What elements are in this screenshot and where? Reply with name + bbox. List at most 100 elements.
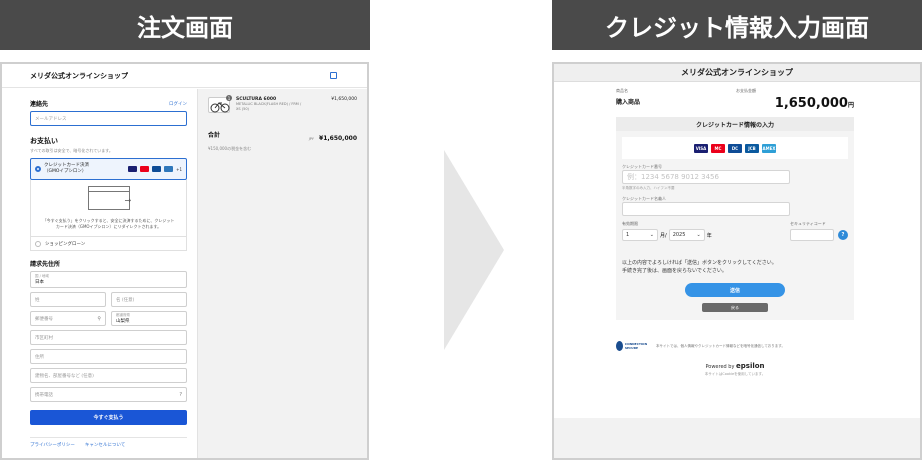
item-value: 購入商品 bbox=[616, 99, 641, 106]
order-summary: 1 SCULTURA 6000 ¥1,650,000 METALLIC BLAC… bbox=[197, 89, 367, 458]
prefecture-value: 山梨県 bbox=[116, 319, 130, 324]
help-icon[interactable]: ? bbox=[838, 230, 848, 240]
expiry-month-select[interactable]: 1 ⌄ bbox=[622, 229, 658, 241]
contact-heading: 連絡先 bbox=[30, 101, 49, 108]
amount-display: 1,650,000円 bbox=[736, 96, 854, 111]
back-button[interactable]: 戻る bbox=[702, 303, 768, 312]
email-field[interactable]: メールアドレス bbox=[30, 111, 187, 126]
address-field[interactable]: 住所 bbox=[30, 349, 187, 364]
card-number-input[interactable]: 例：1234 5678 9012 3456 bbox=[622, 170, 790, 184]
credit-screen-banner: クレジット情報入力画面 bbox=[552, 0, 922, 50]
comparison-screen: 注文画面 クレジット情報入力画面 メリダ公式オンラインショップ 連絡先 ログイン… bbox=[0, 0, 922, 461]
first-name-field[interactable]: 名 (任意) bbox=[111, 292, 187, 307]
credit-screen: メリダ公式オンラインショップ 商品名 購入商品 お支払金額 1,650,000円… bbox=[552, 62, 922, 460]
order-header: メリダ公式オンラインショップ bbox=[2, 64, 367, 88]
postal-placeholder: 郵便番号 bbox=[35, 316, 53, 322]
contact-header: 連絡先 ログイン bbox=[30, 99, 187, 108]
cookie-note: 本サイトはCookieを使用しています。 bbox=[704, 372, 766, 376]
card-brand-icons: +1 bbox=[128, 166, 182, 172]
phone-field[interactable]: 携帯電話 ? bbox=[30, 387, 187, 402]
security-text: 本サイトでは、個人情報やクレジットカード情報などを暗号化通信しております。 bbox=[656, 343, 785, 348]
total-currency: JPY bbox=[308, 137, 314, 141]
postal-field[interactable]: 郵便番号 ⚲ bbox=[30, 311, 106, 326]
year-unit: 年 bbox=[706, 232, 712, 239]
pay-now-button[interactable]: 今すぐ支払う bbox=[30, 410, 187, 425]
login-link[interactable]: ログイン bbox=[169, 101, 187, 107]
arrow-right-icon: → bbox=[124, 196, 132, 205]
country-select[interactable]: 国 / 地域 日本 bbox=[30, 271, 187, 288]
quantity-badge: 1 bbox=[226, 95, 232, 101]
phone-placeholder: 携帯電話 bbox=[35, 392, 53, 398]
submit-note-line1: 以上の内容でよろしければ「送信」ボタンをクリックしてください。 bbox=[622, 260, 777, 266]
visa-icon bbox=[128, 166, 138, 172]
expiry-security-row: 有効期限 1 ⌄ 月/ 2025 ⌄ 年 セキュリティコード ? bbox=[622, 221, 848, 241]
cart-icon[interactable] bbox=[330, 72, 337, 79]
mastercard-logo-icon: MC bbox=[711, 143, 725, 153]
credit-footer-band bbox=[554, 418, 920, 458]
amount-label: お支払金額 bbox=[736, 88, 756, 93]
country-value: 日本 bbox=[35, 280, 44, 285]
accepted-brands: VISA MC DC JCB AMEX bbox=[622, 137, 848, 159]
credit-card-label: クレジットカード決済（GMOイプシロン） bbox=[44, 163, 89, 174]
card-number-help: 半角数字のみ入力、ハイフン不要 bbox=[622, 186, 675, 190]
billing-heading: 請求先住所 bbox=[30, 261, 61, 268]
last-name-field[interactable]: 姓 bbox=[30, 292, 106, 307]
cart-item: 1 SCULTURA 6000 ¥1,650,000 METALLIC BLAC… bbox=[208, 95, 357, 113]
shopping-loan-radio[interactable] bbox=[35, 240, 41, 247]
postal-row: 郵便番号 ⚲ 都道府県 山梨県 bbox=[30, 311, 187, 326]
secure-badge: CONNECTION SECURE bbox=[616, 336, 650, 356]
send-button[interactable]: 送信 bbox=[685, 283, 785, 297]
shopping-loan-option[interactable]: ショッピングローン bbox=[30, 237, 187, 251]
browser-window-icon bbox=[87, 186, 130, 210]
privacy-policy-link[interactable]: プライバシーポリシー bbox=[30, 442, 75, 448]
expiry-month-value: 1 bbox=[626, 232, 630, 238]
security-code-label: セキュリティコード bbox=[790, 221, 826, 226]
item-label: 商品名 bbox=[616, 88, 628, 93]
shopping-loan-label: ショッピングローン bbox=[45, 241, 86, 247]
diners-icon bbox=[152, 166, 162, 172]
flow-arrow-icon bbox=[444, 150, 504, 350]
product-detail: METALLIC BLACK(FLASH RED) / FRM / XS (50… bbox=[236, 102, 302, 111]
redirect-text: 「今すぐ支払う」をクリックすると、安全に決済するために、クレジットカード決済（G… bbox=[42, 218, 175, 229]
total-row: 合計 JPY ¥1,650,000 bbox=[208, 125, 357, 144]
order-store-title: メリダ公式オンラインショップ bbox=[30, 71, 128, 80]
payment-heading: お支払い bbox=[30, 137, 58, 145]
expiry-year-value: 2025 bbox=[672, 232, 686, 238]
submit-note-line2: 手続き完了後は、画面を戻らないでください。 bbox=[622, 268, 727, 274]
order-screen: メリダ公式オンラインショップ 連絡先 ログイン メールアドレス お支払い すべて… bbox=[0, 62, 369, 460]
credit-card-radio[interactable] bbox=[35, 166, 41, 172]
order-screen-banner: 注文画面 bbox=[0, 0, 370, 50]
jcb-logo-icon: JCB bbox=[745, 143, 759, 153]
payment-note: すべての取引は安全で、暗号化されています。 bbox=[30, 148, 113, 153]
amount-unit: 円 bbox=[847, 102, 854, 109]
diners-logo-icon: DC bbox=[728, 143, 742, 153]
credit-form: 商品名 購入商品 お支払金額 1,650,000円 クレジットカード情報の入力 … bbox=[616, 88, 854, 377]
submit-note: 以上の内容でよろしければ「送信」ボタンをクリックしてください。 手続き完了後は、… bbox=[622, 259, 848, 275]
total-label: 合計 bbox=[208, 132, 221, 139]
city-field[interactable]: 市区町村 bbox=[30, 330, 187, 345]
amex-logo-icon: AMEX bbox=[762, 143, 776, 153]
security-code-input[interactable] bbox=[790, 229, 834, 241]
card-section-title: クレジットカード情報の入力 bbox=[616, 117, 854, 131]
tax-note: ¥150,000の税金を含む bbox=[208, 146, 252, 151]
credit-card-option[interactable]: クレジットカード決済（GMOイプシロン） +1 bbox=[30, 158, 187, 180]
security-notice: CONNECTION SECURE 本サイトでは、個人情報やクレジットカード情報… bbox=[616, 336, 854, 356]
product-price: ¥1,650,000 bbox=[331, 97, 357, 102]
lock-icon bbox=[616, 341, 623, 351]
holder-input[interactable] bbox=[622, 202, 790, 216]
powered-by: Powered by epsilon bbox=[616, 362, 854, 370]
question-icon[interactable]: ? bbox=[179, 392, 182, 398]
epsilon-logo: epsilon bbox=[736, 362, 765, 370]
secure-badge-text: CONNECTION SECURE bbox=[624, 342, 648, 350]
cancel-policy-link[interactable]: キャンセルについて bbox=[85, 442, 125, 448]
expiry-label: 有効期限 bbox=[622, 221, 638, 226]
bike-thumbnail: 1 bbox=[208, 95, 232, 113]
chevron-down-icon: ⌄ bbox=[696, 232, 701, 238]
powered-by-label: Powered by bbox=[705, 364, 735, 370]
more-cards-count: +1 bbox=[176, 166, 182, 172]
building-field[interactable]: 建物名、部屋番号など (任意) bbox=[30, 368, 187, 383]
order-footer-links: プライバシーポリシー キャンセルについて bbox=[30, 437, 187, 448]
expiry-year-select[interactable]: 2025 ⌄ bbox=[668, 229, 705, 241]
search-icon[interactable]: ⚲ bbox=[97, 316, 101, 322]
prefecture-select[interactable]: 都道府県 山梨県 bbox=[111, 311, 187, 326]
